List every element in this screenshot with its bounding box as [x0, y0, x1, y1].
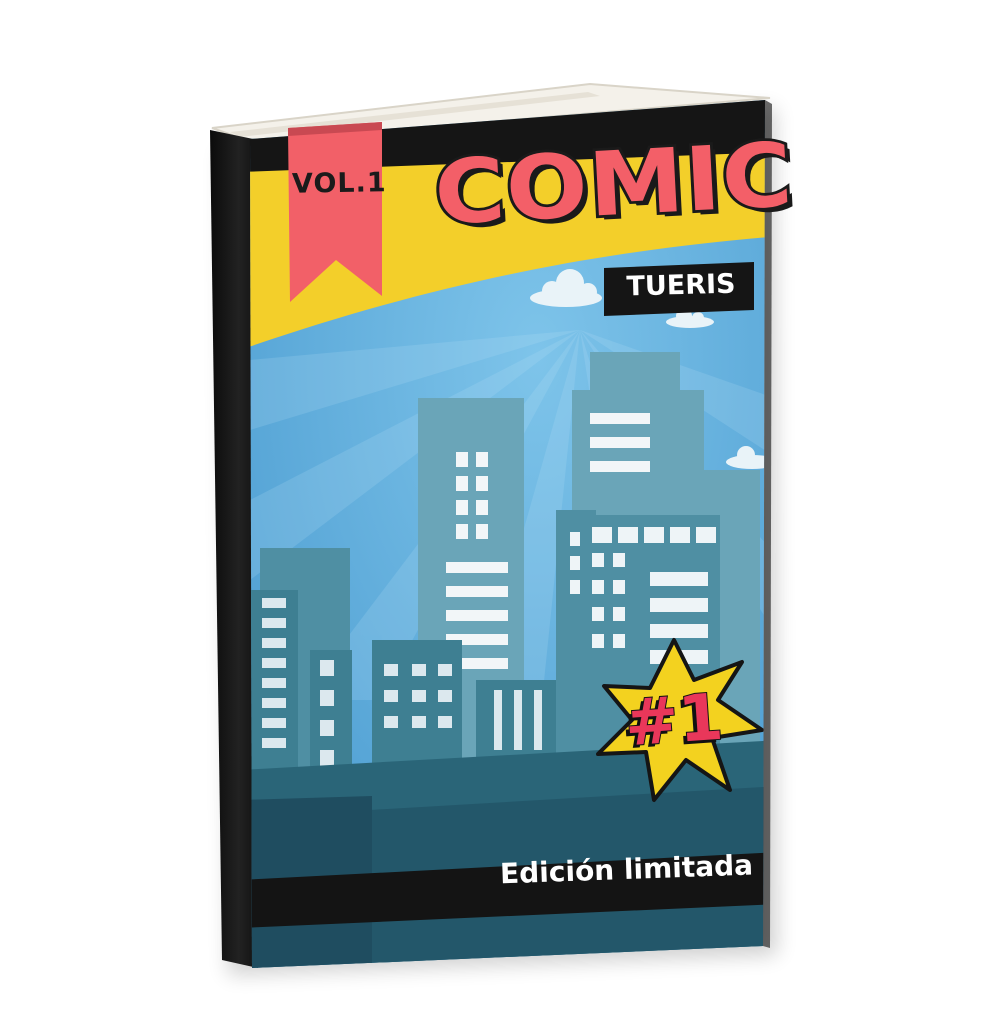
book-mockup: VOL.1 COMIC TUERIS #1 Edición limitada — [0, 0, 1005, 1006]
author-label: TUERIS — [626, 268, 736, 303]
volume-label: VOL.1 — [291, 167, 387, 200]
issue-number: #1 — [621, 680, 726, 763]
comic-title: COMIC — [429, 120, 798, 247]
